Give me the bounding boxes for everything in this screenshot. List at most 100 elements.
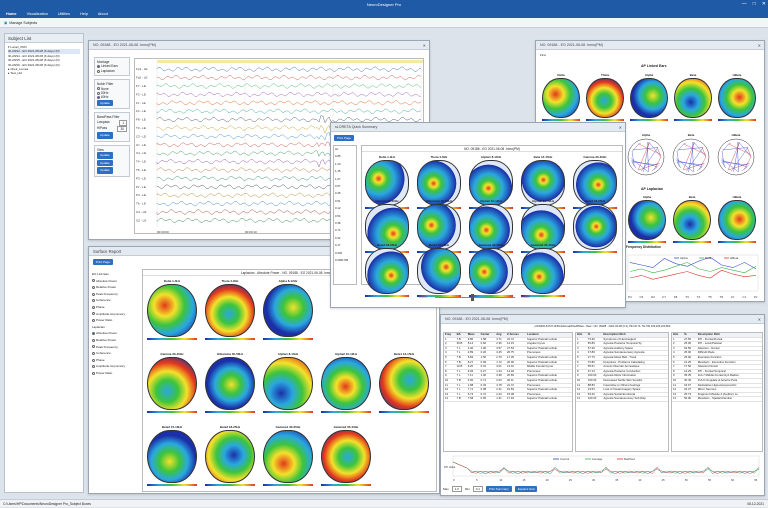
loreta-print-button[interactable]: Print Page (334, 135, 355, 141)
close-icon[interactable]: ✕ (758, 41, 761, 50)
expand-grid-button[interactable]: Expand Grid (514, 486, 538, 492)
topo-map[interactable]: Delta 1-4Hz (147, 279, 197, 340)
loreta-list-item[interactable]: 0.54 (335, 213, 356, 220)
topo-map[interactable]: Theta (586, 73, 624, 121)
topo-map[interactable]: Beta (673, 195, 711, 243)
loreta-list-item[interactable]: 1.23 (335, 161, 356, 168)
topo-map[interactable]: Beta2 15-18Hz (417, 243, 461, 298)
manage-subjects-button[interactable]: Manage Subjects (9, 21, 37, 25)
loreta-list-item[interactable]: 1.67 (335, 176, 356, 183)
topo-map[interactable]: Beta3 18-25Hz (365, 243, 409, 298)
menu-visualization[interactable]: Visualization (27, 12, 48, 16)
close-icon[interactable]: ✕ (423, 41, 426, 50)
coherence-map[interactable]: Alpha (626, 133, 666, 178)
metric-option[interactable]: Coherence (92, 350, 138, 357)
metric-option[interactable]: Phase (92, 357, 138, 364)
menu-about[interactable]: About (98, 12, 108, 16)
topo-map[interactable]: Beta3 18-25Hz (205, 425, 255, 486)
menu-utilities[interactable]: Utilities (58, 12, 70, 16)
coherence-map[interactable]: Beta (671, 133, 711, 178)
coherence-map[interactable]: HBeta (716, 133, 756, 178)
view-update-button[interactable]: Update (97, 159, 113, 167)
topo-map[interactable]: Beta1 12-15Hz (379, 352, 429, 413)
topo-map[interactable]: Beta (674, 73, 712, 121)
metric-option[interactable]: Amplitude Asymmetry (92, 311, 138, 318)
loreta-list-item[interactable]: Hz (335, 146, 356, 153)
metric-option[interactable]: Relative Power (92, 337, 138, 344)
highpass-input[interactable]: 30 (117, 126, 127, 133)
metric-option[interactable]: Coherence (92, 297, 138, 304)
slider-handle[interactable] (471, 294, 474, 301)
head-map (205, 357, 255, 410)
manage-subjects-icon[interactable]: ▣ (4, 21, 7, 25)
metric-option[interactable]: Absolute Power (92, 278, 138, 285)
loreta-list-item[interactable]: 0.51 (335, 198, 356, 205)
topo-map[interactable]: Alpha (628, 195, 666, 243)
topo-map[interactable]: Gamma2 35-40Hz (521, 243, 565, 298)
topo-map[interactable]: Gamma2 35-40Hz (321, 425, 371, 486)
topo-map[interactable]: HBeta (718, 73, 756, 121)
dti-x-label: 35 (615, 478, 618, 482)
table-row[interactable]: 14 50.00 Mescleric - Spatial Attention (672, 396, 762, 402)
ap-laplacian-title: AP Laplacian (641, 187, 663, 191)
montage-laplacian[interactable]: Laplacian (97, 69, 127, 73)
metric-option[interactable]: Phase (92, 304, 138, 311)
print-summary-button[interactable]: Print Summary (485, 486, 512, 492)
close-icon[interactable]: ✕ (758, 315, 761, 324)
topo-map[interactable]: Alpha1 8-10Hz (263, 352, 313, 413)
metric-option[interactable]: Amplitude Asymmetry (92, 363, 138, 370)
metric-option[interactable]: Absolute Power (92, 330, 138, 337)
topo-map[interactable]: Alpha (630, 73, 668, 121)
loreta-list-item[interactable]: 1.45 (335, 168, 356, 175)
max-input[interactable]: 1.0 (451, 486, 462, 492)
surface-print-button[interactable]: Print Page (93, 259, 114, 265)
topo-map[interactable]: Beta2 15-18Hz (147, 425, 197, 486)
slider-left-label: 0.00% (419, 295, 428, 299)
loreta-list-item[interactable]: 0.71 (335, 227, 356, 234)
min-input[interactable]: 0.1 (472, 486, 483, 492)
topo-map[interactable]: Delta (542, 73, 580, 121)
topo-map[interactable]: Gamma1 30-35Hz (263, 425, 313, 486)
loreta-list-item[interactable]: 0.45 (335, 190, 356, 197)
topo-map[interactable]: HBeta (718, 195, 756, 243)
loreta-list-item[interactable]: 0.38 (335, 220, 356, 227)
loreta-list-item[interactable]: 0.0001796 (335, 257, 356, 264)
tree-node[interactable]: ▸ Test_HH (8, 71, 80, 75)
metric-option[interactable]: Power Ratio (92, 317, 138, 324)
view-update-button[interactable]: Update (97, 167, 113, 174)
topo-map[interactable]: Theta 4-8Hz (205, 279, 255, 340)
loreta-list-item[interactable]: 0.32 (335, 235, 356, 242)
close-icon[interactable]: ✕ (619, 123, 622, 132)
topo-map[interactable]: Gamma1 30-35Hz (469, 243, 513, 298)
topo-map[interactable]: Alpha2 10-12Hz (321, 352, 371, 413)
topo-map-label: Theta 4-8Hz (221, 279, 239, 283)
view-update-button[interactable]: Update (97, 152, 113, 159)
close-button[interactable]: ✕ (762, 0, 766, 9)
notch-update-button[interactable]: Update (97, 99, 113, 107)
bandpass-update-button[interactable]: Update (97, 132, 113, 139)
loreta-list-item[interactable]: 0.030 (335, 250, 356, 257)
loreta-list-item[interactable]: 0.17 (335, 242, 356, 249)
threshold-slider[interactable] (435, 297, 515, 298)
minimize-button[interactable]: — (742, 0, 747, 9)
menu-home[interactable]: Home (6, 12, 17, 16)
topo-map[interactable]: HiGamma 40-50Hz (205, 352, 255, 413)
metric-option[interactable]: Peak Frequency (92, 344, 138, 351)
loreta-list-item[interactable]: 0.85 (335, 153, 356, 160)
freq-dist-chart: P4 O1 O2 F7 F8 T3 T4 T5 T6 Fz Cz Pz Alpha Beta HBeta (627, 254, 759, 299)
legend-label: HBeta (730, 256, 739, 260)
table-row[interactable]: 14 100.00 Agnosia Somatosensory Sub Disp (576, 396, 668, 402)
topo-map[interactable]: Beta3 18-25Hz (573, 199, 617, 254)
topo-map[interactable]: Gamma 30-40Hz (147, 352, 197, 413)
topo-map[interactable]: Alpha 8-12Hz (263, 279, 313, 340)
metric-option[interactable]: Relative Power (92, 284, 138, 291)
dti-x-label: 5 (476, 478, 478, 482)
loreta-list-item[interactable]: 0.57 (335, 183, 356, 190)
table-row[interactable]: 14 7 B 7.58 0.05 1.31 17.94 Superior Parietal … (444, 396, 572, 402)
menu-help[interactable]: Help (80, 12, 88, 16)
metric-option[interactable]: Power Ratio (92, 370, 138, 377)
maximize-button[interactable]: □ (753, 0, 756, 9)
metric-option[interactable]: Peak Frequency (92, 291, 138, 298)
timeline-bar[interactable] (157, 60, 423, 63)
loreta-list-item[interactable]: 0.12 (335, 205, 356, 212)
